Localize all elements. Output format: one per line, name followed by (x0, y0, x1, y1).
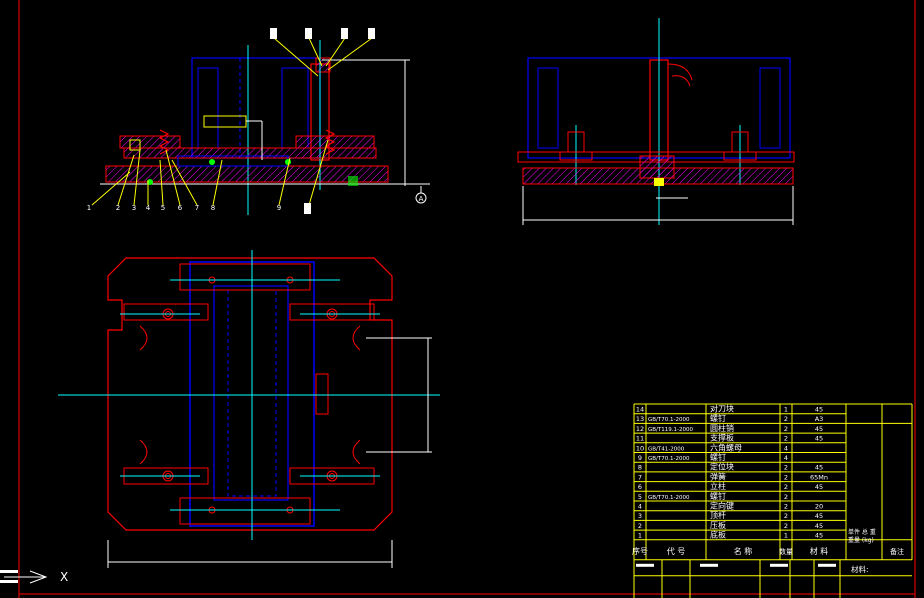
bom-row-name: 螺钉 (710, 491, 726, 501)
title-strip-mark (770, 563, 788, 567)
bom-row-qty: 2 (784, 415, 788, 423)
bottom-balloon-6: 6 (178, 204, 183, 212)
bom-header-note: 备注 (890, 547, 904, 556)
bom-row-qty: 1 (784, 532, 788, 540)
bom-header-qty: 数量 (779, 547, 793, 556)
top-balloon-4 (368, 28, 375, 39)
bom-row-qty: 2 (784, 425, 788, 433)
bom-table: 14 对刀块 1 4513 GB/T70.1-2000 螺钉 2 A312 GB/T119.1-… (632, 403, 913, 598)
bom-row-name: 螺钉 (710, 413, 726, 423)
bom-row-material: 45 (815, 464, 823, 472)
bom-row-name: 底板 (710, 530, 726, 540)
bom-row-no: 3 (638, 512, 642, 520)
bottom-balloon-1: 1 (87, 204, 91, 212)
datum-label: A (419, 195, 424, 203)
bom-weight-label: 单件 总 重 (848, 528, 876, 536)
bottom-balloon-2: 2 (116, 204, 120, 212)
bom-row-material: 45 (815, 532, 823, 540)
bom-header-material: 材 料 (810, 546, 829, 556)
bom-row-code: GB/T119.1-2000 (648, 427, 693, 433)
bom-row-material: A3 (815, 415, 824, 423)
bom-row-no: 1 (638, 532, 642, 540)
bom-row-name: 定位块 (710, 462, 734, 472)
bottom-balloon-10 (304, 203, 311, 214)
title-strip-mark (818, 563, 836, 567)
bom-row-name: 顶杆 (710, 510, 726, 520)
bom-row-no: 4 (638, 503, 642, 511)
top-balloon-3 (341, 28, 348, 39)
ucs-icon: X (0, 570, 68, 584)
bom-row-name: 六角螺母 (710, 442, 742, 452)
bom-row-qty: 4 (784, 454, 788, 462)
bottom-balloon-9: 9 (277, 204, 281, 212)
bom-row-no: 13 (636, 415, 644, 423)
front-view: A (100, 40, 430, 215)
bom-row-material: 45 (815, 483, 823, 491)
ucs-x-label: X (60, 570, 68, 584)
bom-row-name: 压板 (710, 520, 726, 530)
bom-header-name: 名 称 (734, 546, 753, 556)
side-view (517, 18, 795, 225)
bom-row-name: 对刀块 (710, 404, 734, 414)
bom-row-no: 11 (636, 435, 644, 443)
bom-row-material: 45 (815, 406, 823, 414)
bottom-balloon-8: 8 (211, 204, 215, 212)
bom-row-name: 弹簧 (710, 471, 726, 481)
bom-row-no: 9 (638, 454, 642, 462)
bom-row-qty: 1 (784, 406, 788, 414)
bom-row-name: 定向键 (710, 501, 734, 511)
plan-view (58, 250, 440, 568)
bom-row-name: 支撑板 (710, 433, 734, 443)
bom-row-no: 7 (638, 473, 642, 481)
bom-row-no: 8 (638, 464, 642, 472)
cad-drawing-canvas[interactable]: A 1 2 3 4 5 6 7 8 9 X 14 对刀块 1 4513 GB/T… (0, 0, 924, 598)
bom-row-qty: 2 (784, 493, 788, 501)
top-balloon-1 (270, 28, 277, 39)
bom-row-material: 20 (815, 503, 823, 511)
bom-row-name: 立柱 (710, 481, 726, 491)
bom-row-qty: 2 (784, 435, 788, 443)
bom-row-no: 6 (638, 483, 642, 491)
bom-row-no: 5 (638, 493, 642, 501)
bom-material-label: 材料: (851, 564, 869, 574)
front-clamp-plate-left (119, 135, 181, 149)
bom-row-qty: 2 (784, 522, 788, 530)
bom-row-no: 2 (638, 522, 642, 530)
bom-row-name: 圆柱销 (710, 423, 734, 433)
bottom-balloon-4: 4 (146, 204, 151, 212)
bottom-balloon-7: 7 (195, 204, 199, 212)
bom-row-material: 45 (815, 425, 823, 433)
bom-row-code: GB/T70.1-2000 (648, 495, 690, 501)
bom-row-qty: 2 (784, 483, 788, 491)
top-balloon-2 (305, 28, 312, 39)
bom-row-material: 65Mn (810, 473, 828, 481)
bom-row-qty: 2 (784, 503, 788, 511)
bom-row-material: 45 (815, 512, 823, 520)
bom-row-qty: 4 (784, 444, 788, 452)
bom-header-no: 序号 (632, 546, 648, 556)
bom-row-qty: 2 (784, 473, 788, 481)
title-strip-mark (700, 563, 718, 567)
bom-row-qty: 2 (784, 464, 788, 472)
bom-row-no: 14 (636, 406, 644, 414)
bom-row-no: 12 (636, 425, 644, 433)
bom-row-code: GB/T41-2000 (648, 446, 685, 452)
bottom-balloon-3: 3 (132, 204, 136, 212)
plan-base-plate-outline (107, 257, 393, 531)
title-strip-mark (636, 563, 654, 567)
bom-weight-unit: 重量 (kg) (848, 536, 874, 544)
bom-row-material: 45 (815, 522, 823, 530)
bom-row-material: 45 (815, 435, 823, 443)
bom-row-qty: 2 (784, 512, 788, 520)
bottom-balloon-5: 5 (161, 204, 165, 212)
drawing-frame (18, 0, 916, 598)
bom-row-name: 螺钉 (710, 452, 726, 462)
bom-header-code: 代 号 (667, 546, 686, 556)
bom-row-no: 10 (636, 444, 644, 452)
bom-row-code: GB/T70.1-2000 (648, 456, 690, 462)
bom-row-code: GB/T70.1-2000 (648, 417, 690, 423)
